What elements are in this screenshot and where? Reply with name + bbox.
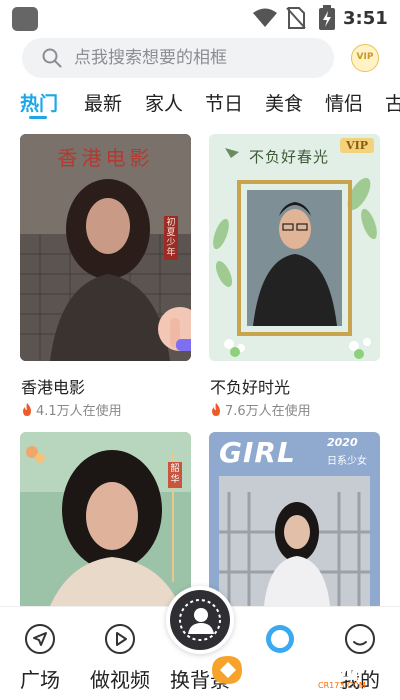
- nav-label: 广场: [20, 668, 60, 692]
- search-bar[interactable]: 点我搜索想要的相框: [22, 38, 334, 78]
- fire-icon: [23, 403, 31, 416]
- template-usage: 7.6万人在使用: [210, 400, 311, 419]
- template-overlay-subtitle: 日系少女: [327, 456, 367, 467]
- search-icon: [42, 48, 62, 68]
- nav-make-video[interactable]: 做视频: [80, 607, 160, 700]
- app-notification-icon: [12, 7, 38, 31]
- tab-couple[interactable]: 情侣: [325, 89, 363, 116]
- navigation-arrow-icon: [25, 624, 55, 654]
- template-card[interactable]: 韶华: [20, 432, 191, 606]
- usage-count: 7.6万人在使用: [225, 404, 311, 419]
- template-side-text: 韶华: [168, 462, 182, 488]
- play-icon: [105, 624, 135, 654]
- tab-ancient[interactable]: 古: [385, 89, 400, 116]
- fab-background: [170, 590, 230, 650]
- wifi-icon: [253, 8, 277, 27]
- search-input[interactable]: 点我搜索想要的相框: [74, 38, 227, 78]
- template-card[interactable]: 香港电影 初夏少年 香港电影 4.1万人在使用: [20, 134, 191, 424]
- template-overlay-year: 2020: [327, 436, 358, 449]
- tab-hot[interactable]: 热门: [20, 89, 58, 116]
- template-title: 香港电影: [21, 378, 86, 397]
- status-bar: 3:51: [0, 0, 400, 36]
- template-title: 不负好时光: [210, 378, 291, 397]
- tab-festival[interactable]: 节日: [205, 89, 243, 116]
- category-tabs: 热门 最新 家人 节日 美食 情侣 古: [0, 84, 400, 120]
- battery-charging-icon: [319, 5, 335, 30]
- template-thumbnail[interactable]: GIRL 2020 日系少女: [209, 432, 380, 606]
- portrait-photo: [209, 134, 380, 361]
- usage-count: 4.1万人在使用: [36, 404, 122, 419]
- no-sim-icon: [286, 7, 306, 29]
- watermark-domain: CR173.COM: [318, 681, 366, 690]
- template-overlay-title: 不负好春光: [249, 148, 330, 166]
- template-side-text: 初夏少年: [164, 216, 178, 260]
- template-overlay-title: GIRL: [219, 436, 296, 469]
- template-usage: 4.1万人在使用: [21, 400, 122, 419]
- template-card[interactable]: GIRL 2020 日系少女: [209, 432, 380, 606]
- active-tab-indicator: [29, 116, 47, 119]
- template-thumbnail[interactable]: 韶华: [20, 432, 191, 606]
- nav-square[interactable]: 广场: [0, 607, 80, 700]
- portrait-photo: [20, 432, 191, 606]
- watermark-logo: 西西软件园 CR173.COM: [212, 656, 366, 690]
- clock: 3:51: [343, 8, 388, 29]
- template-thumbnail[interactable]: 不负好春光 VIP: [209, 134, 380, 361]
- watermark: 西西软件园 CR173.COM: [206, 650, 396, 690]
- change-background-button[interactable]: [166, 586, 234, 654]
- fire-icon: [212, 403, 220, 416]
- template-thumbnail[interactable]: 香港电影 初夏少年: [20, 134, 191, 361]
- template-card[interactable]: 不负好春光 VIP 不负好时光 7.6万人在使用: [209, 134, 380, 424]
- nav-label: 做视频: [90, 668, 150, 692]
- tab-food[interactable]: 美食: [265, 89, 303, 116]
- vip-icon[interactable]: VIP: [351, 44, 379, 72]
- tab-latest[interactable]: 最新: [84, 89, 122, 116]
- tab-family[interactable]: 家人: [145, 89, 183, 116]
- vip-tag: VIP: [340, 138, 374, 153]
- template-overlay-title: 香港电影: [57, 146, 154, 170]
- portrait-icon: [179, 599, 221, 641]
